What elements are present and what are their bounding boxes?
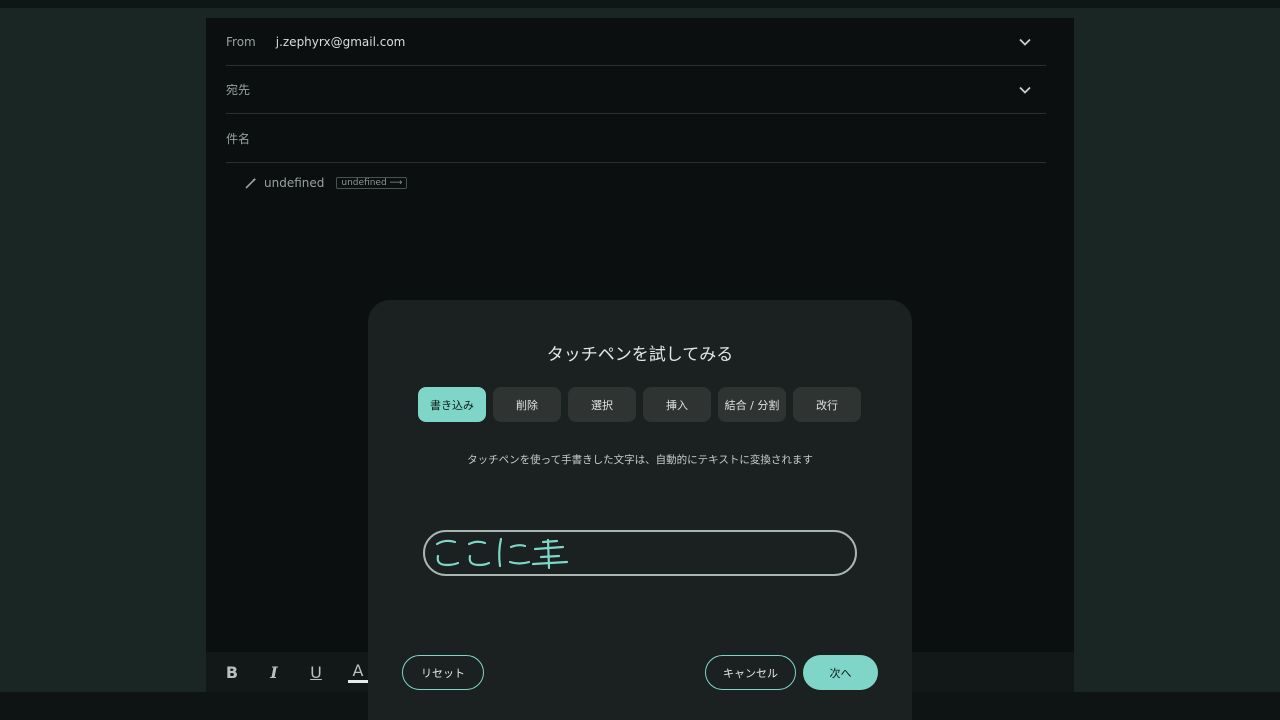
- magic-wand-icon: [245, 177, 257, 189]
- tab-select[interactable]: 選択: [568, 387, 636, 422]
- subject-field[interactable]: 件名: [226, 115, 1046, 163]
- touch-pen-dialog: タッチペンを試してみる 書き込み 削除 選択 挿入 結合 / 分割 改行 タッチ…: [368, 300, 912, 720]
- italic-button[interactable]: I: [264, 662, 284, 682]
- signature-text: undefined: [264, 176, 325, 190]
- handwriting-area[interactable]: [423, 530, 857, 576]
- handwriting-strokes: [435, 537, 569, 570]
- next-button[interactable]: 次へ: [803, 655, 878, 690]
- text-color-button[interactable]: A: [348, 661, 368, 683]
- top-strip: [0, 0, 1280, 8]
- dialog-title: タッチペンを試してみる: [546, 345, 734, 365]
- reset-button[interactable]: リセット: [402, 655, 484, 690]
- to-label: 宛先: [226, 83, 251, 97]
- underline-button[interactable]: U: [306, 662, 326, 682]
- from-row[interactable]: From j.zephyrx@gmail.com: [226, 18, 1046, 66]
- signature-chip[interactable]: undefined ⟶: [336, 177, 408, 189]
- bold-button[interactable]: B: [222, 662, 242, 682]
- subject-label: 件名: [226, 132, 251, 146]
- cancel-button[interactable]: キャンセル: [705, 655, 796, 690]
- tab-delete[interactable]: 削除: [493, 387, 561, 422]
- dialog-description: タッチペンを使って手書きした文字は、自動的にテキストに変換されます: [467, 454, 813, 466]
- from-value: j.zephyrx@gmail.com: [275, 34, 406, 49]
- tab-write[interactable]: 書き込み: [418, 387, 486, 422]
- chevron-down-icon[interactable]: [1018, 35, 1032, 49]
- from-label: From: [226, 34, 256, 49]
- pen-mode-tabs: 書き込み 削除 選択 挿入 結合 / 分割 改行: [418, 387, 861, 422]
- tab-join-split[interactable]: 結合 / 分割: [718, 387, 786, 422]
- tab-insert[interactable]: 挿入: [643, 387, 711, 422]
- tab-newline[interactable]: 改行: [793, 387, 861, 422]
- to-row[interactable]: 宛先: [226, 66, 1046, 114]
- chevron-down-icon[interactable]: [1018, 83, 1032, 97]
- signature-line[interactable]: undefined undefined ⟶: [244, 176, 408, 190]
